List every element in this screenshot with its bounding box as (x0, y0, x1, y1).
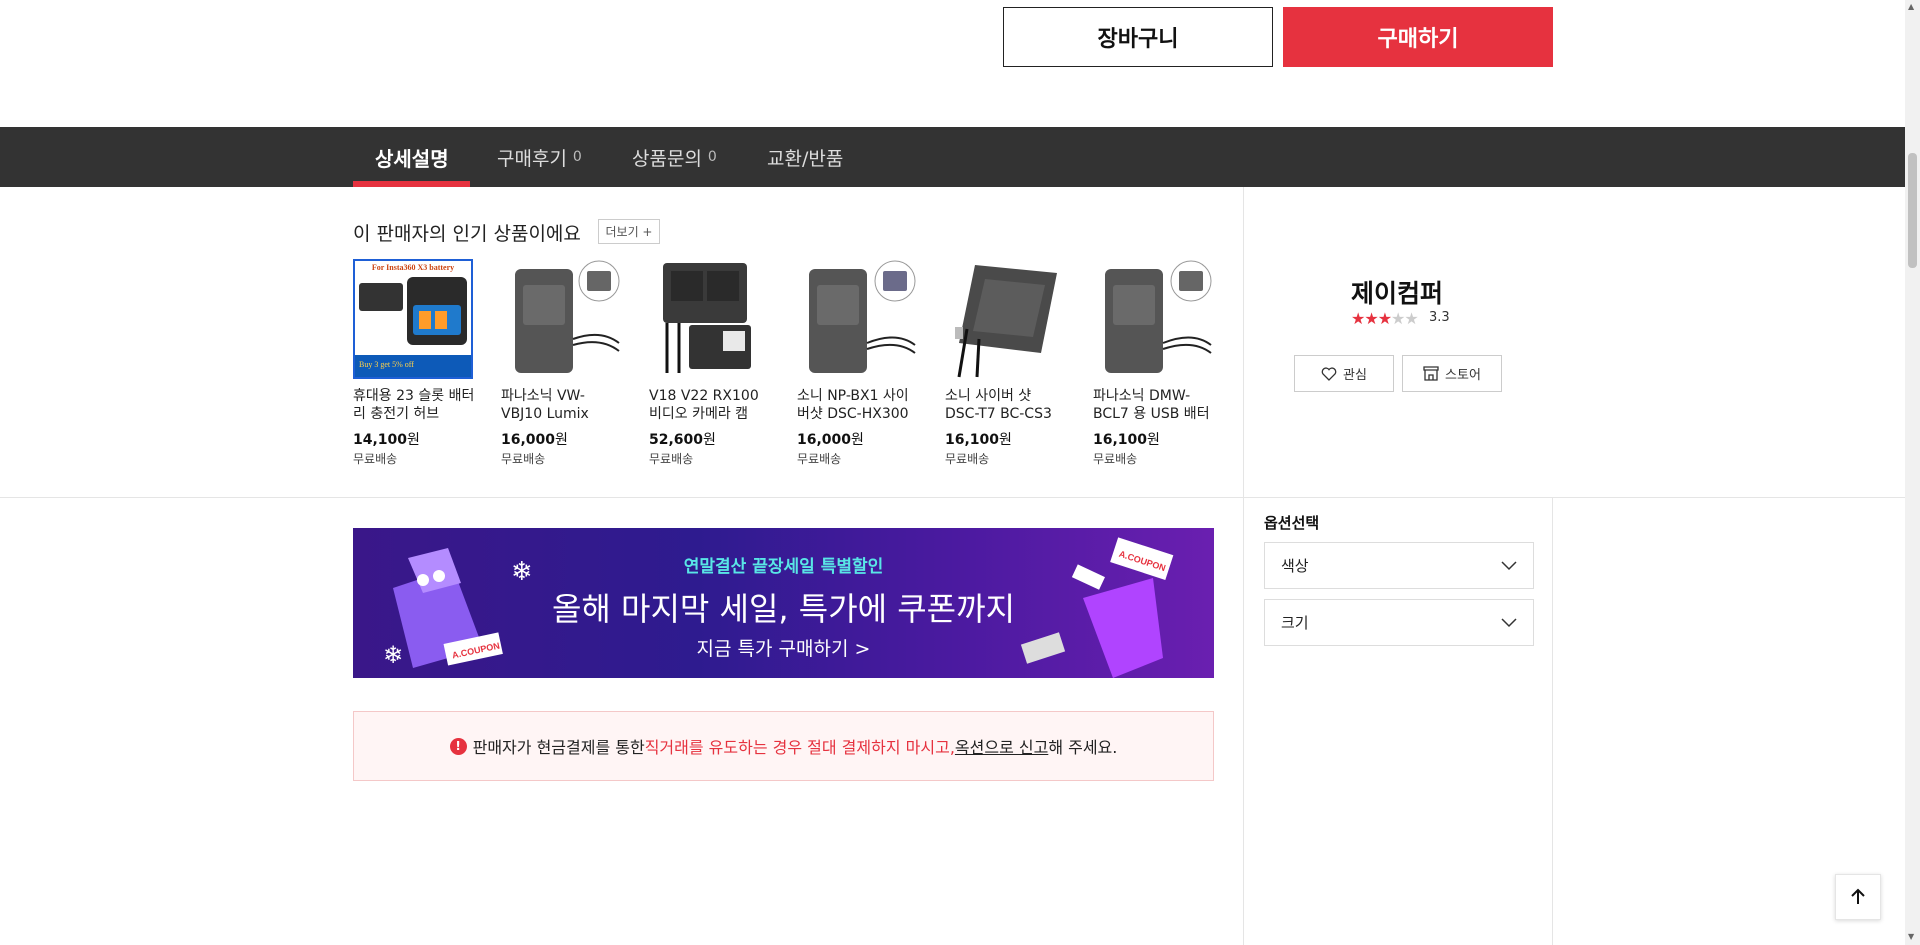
like-label: 관심 (1343, 368, 1367, 383)
back-to-top-button[interactable] (1835, 874, 1881, 920)
heart-icon (1321, 366, 1337, 381)
tab-label: 교환/반품 (767, 147, 844, 170)
product-price: 16,100원 (945, 432, 1012, 448)
store-button[interactable]: 스토어 (1402, 355, 1502, 392)
product-name: 파나소닉 VW-VBJ10 Lumix (501, 388, 589, 422)
promo-text: Buy 3 get 5% off (359, 360, 414, 369)
popular-title: 이 판매자의 인기 상품이에요 (353, 223, 581, 245)
store-label: 스토어 (1445, 368, 1481, 383)
product-shipping: 무료배송 (797, 452, 842, 466)
section-divider (0, 497, 1905, 498)
tab-count: 0 (572, 149, 582, 165)
product-shipping: 무료배송 (649, 452, 694, 466)
tab-bar: 상세설명 구매후기 0 상품문의 0 교환/반품 (0, 127, 1905, 187)
chevron-down-icon (1501, 617, 1517, 627)
product-image[interactable]: For Insta360 X3 battery Buy 3 get 5% off (353, 259, 473, 379)
product-name: V18 V22 RX100 비디오 카메라 캠 (649, 388, 759, 422)
product-name: 소니 사이버 샷 DSC-T7 BC-CS3 (945, 388, 1052, 422)
scrollbar[interactable] (1905, 0, 1920, 945)
scroll-up-icon[interactable]: ▲ (1908, 2, 1914, 11)
like-button[interactable]: 관심 (1294, 355, 1394, 392)
buy-button[interactable]: 구매하기 (1283, 7, 1553, 67)
select-label: 크기 (1281, 614, 1309, 632)
product-image[interactable] (797, 259, 917, 379)
badge-text: For Insta360 X3 battery (372, 263, 454, 272)
product-image[interactable] (945, 259, 1065, 379)
product-price: 52,600원 (649, 432, 716, 448)
tab-label: 상품문의 (632, 147, 702, 170)
warning-notice: ! 판매자가 현금결제를 통한 직거래를 유도하는 경우 절대 결제하지 마시고… (353, 711, 1214, 781)
seller-name[interactable]: 제이컴퍼 (1351, 274, 1443, 310)
banner-subtitle: 연말결산 끝장세일 특별할인 (683, 557, 884, 577)
product-shipping: 무료배송 (353, 452, 398, 466)
product-shipping: 무료배송 (1093, 452, 1138, 466)
page: 장바구니 구매하기 상세설명 구매후기 0 상품문의 0 교환/반품 이 판매자… (0, 0, 1920, 945)
product-image[interactable] (501, 259, 621, 379)
more-button[interactable]: 더보기 + (598, 219, 660, 244)
product-card[interactable]: For Insta360 X3 battery Buy 3 get 5% off… (353, 259, 475, 467)
product-card[interactable]: 파나소닉 DMW-BCL7 용 USB 배터 16,100원 무료배송 (1093, 259, 1215, 467)
product-name: 소니 NP-BX1 사이버샷 DSC-HX300 (797, 388, 909, 422)
rating-stars: ★★★★★ (1351, 309, 1419, 328)
chevron-down-icon (1501, 560, 1517, 570)
banner-title: 올해 마지막 세일, 특가에 쿠폰까지 (551, 590, 1016, 628)
active-tab-indicator (353, 181, 470, 187)
color-select[interactable]: 색상 (1264, 542, 1534, 589)
product-card[interactable]: 소니 NP-BX1 사이버샷 DSC-HX300 16,000원 무료배송 (797, 259, 919, 467)
tab-label: 구매후기 (497, 147, 567, 170)
product-price: 16,000원 (501, 432, 568, 448)
product-price: 14,100원 (353, 432, 420, 448)
banner-cta[interactable]: 지금 특가 구매하기 > (353, 634, 1214, 661)
tab-reviews[interactable]: 구매후기 0 (497, 127, 582, 187)
product-name: 파나소닉 DMW-BCL7 용 USB 배터 (1093, 388, 1210, 422)
product-shipping: 무료배송 (501, 452, 546, 466)
alert-icon: ! (449, 737, 467, 755)
tab-count: 0 (707, 149, 717, 165)
tab-inquiry[interactable]: 상품문의 0 (632, 127, 717, 187)
promo-banner[interactable]: A.COUPON ❄ ❄ A.COUPON 연말결산 끝장세일 특별할인 올해 … (353, 528, 1214, 678)
seller-rating: 3.3 (1429, 310, 1450, 325)
store-icon (1423, 366, 1439, 381)
tab-exchange[interactable]: 교환/반품 (767, 127, 843, 187)
product-name: 휴대용 23 슬롯 배터리 충전기 허브 (353, 388, 475, 422)
arrow-up-icon (1851, 888, 1865, 904)
product-image[interactable] (1093, 259, 1213, 379)
product-price: 16,000원 (797, 432, 864, 448)
size-select[interactable]: 크기 (1264, 599, 1534, 646)
select-label: 색상 (1281, 557, 1309, 575)
option-title: 옵션선택 (1264, 514, 1320, 532)
product-card[interactable]: 소니 사이버 샷 DSC-T7 BC-CS3 16,100원 무료배송 (945, 259, 1067, 467)
column-divider (1552, 497, 1553, 945)
product-card[interactable]: V18 V22 RX100 비디오 카메라 캠 52,600원 무료배송 (649, 259, 771, 467)
tab-detail[interactable]: 상세설명 (375, 127, 449, 187)
tab-label: 상세설명 (375, 146, 449, 171)
product-shipping: 무료배송 (945, 452, 990, 466)
product-card[interactable]: 파나소닉 VW-VBJ10 Lumix 16,000원 무료배송 (501, 259, 623, 467)
product-price: 16,100원 (1093, 432, 1160, 448)
scrollbar-thumb[interactable] (1908, 153, 1917, 268)
cart-button[interactable]: 장바구니 (1003, 7, 1273, 67)
scroll-down-icon[interactable]: ▼ (1908, 932, 1914, 941)
column-divider (1243, 187, 1244, 945)
report-link[interactable]: 옥션으로 신고 (955, 734, 1048, 758)
product-image[interactable] (649, 259, 769, 379)
